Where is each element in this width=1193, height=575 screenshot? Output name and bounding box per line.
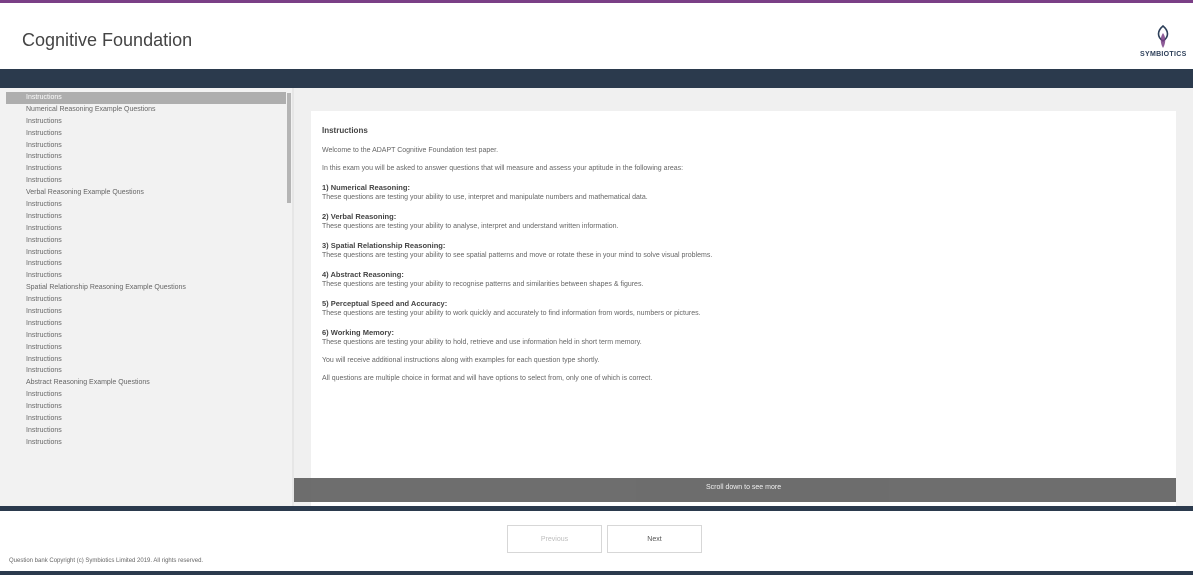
sidebar-item[interactable]: Instructions: [6, 342, 286, 354]
sidebar-item[interactable]: Instructions: [6, 163, 286, 175]
sidebar-section[interactable]: Verbal Reasoning Example Questions: [6, 187, 286, 199]
sidebar-item[interactable]: Instructions: [6, 294, 286, 306]
sidebar-item[interactable]: Instructions: [6, 354, 286, 366]
section-title: 4) Abstract Reasoning:: [322, 270, 404, 279]
sidebar-item[interactable]: Instructions: [6, 330, 286, 342]
sidebar-item[interactable]: Instructions: [6, 437, 286, 449]
sidebar-item[interactable]: Instructions: [6, 318, 286, 330]
instructions-content: Instructions Welcome to the ADAPT Cognit…: [322, 126, 1162, 393]
previous-button[interactable]: Previous: [507, 525, 602, 553]
sidebar-section[interactable]: Abstract Reasoning Example Questions: [6, 377, 286, 389]
brand-logo: SYMBIOTICS: [1140, 25, 1186, 65]
sidebar-item[interactable]: Instructions: [6, 140, 286, 152]
sidebar-scrollbar[interactable]: [287, 93, 291, 203]
sidebar-item[interactable]: Instructions: [6, 413, 286, 425]
section-title: 5) Perceptual Speed and Accuracy:: [322, 299, 448, 308]
sidebar-section[interactable]: Numerical Reasoning Example Questions: [6, 104, 286, 116]
sidebar-item[interactable]: Instructions: [6, 223, 286, 235]
sidebar-item[interactable]: Instructions: [6, 211, 286, 223]
logo-text: SYMBIOTICS: [1140, 51, 1187, 58]
sidebar-item-selected[interactable]: Instructions: [6, 92, 286, 104]
scroll-hint-text: Scroll down to see more: [706, 484, 782, 491]
sidebar-item[interactable]: Instructions: [6, 258, 286, 270]
section-description: These questions are testing your ability…: [322, 281, 644, 288]
scroll-hint-banner: Scroll down to see more: [294, 478, 1176, 502]
app-header: Cognitive Foundation SYMBIOTICS: [0, 3, 1193, 69]
sidebar-item[interactable]: Instructions: [6, 365, 286, 377]
intro-text: Welcome to the ADAPT Cognitive Foundatio…: [322, 147, 499, 154]
sidebar-item[interactable]: Instructions: [6, 128, 286, 140]
section-title: 2) Verbal Reasoning:: [322, 212, 397, 221]
header-bar: [0, 69, 1193, 88]
additional-text: You will receive additional instructions…: [322, 357, 600, 364]
section-title: 6) Working Memory:: [322, 328, 394, 337]
sidebar: Instructions Numerical Reasoning Example …: [0, 88, 292, 506]
sidebar-item[interactable]: Instructions: [6, 247, 286, 259]
sidebar-section[interactable]: Spatial Relationship Reasoning Example Q…: [6, 282, 286, 294]
sidebar-item[interactable]: Instructions: [6, 151, 286, 163]
page-title: Instructions: [322, 126, 368, 135]
sidebar-item[interactable]: Instructions: [6, 389, 286, 401]
sidebar-list: Instructions Numerical Reasoning Example …: [6, 92, 286, 449]
section-description: These questions are testing your ability…: [322, 252, 713, 259]
section-description: These questions are testing your ability…: [322, 339, 642, 346]
footer: Previous Next Question bank Copyright (c…: [0, 511, 1193, 571]
sidebar-item[interactable]: Instructions: [6, 425, 286, 437]
section-description: These questions are testing your ability…: [322, 223, 619, 230]
section-description: These questions are testing your ability…: [322, 194, 648, 201]
symbiotics-logo-icon: [1157, 25, 1169, 48]
sidebar-item[interactable]: Instructions: [6, 116, 286, 128]
sidebar-item[interactable]: Instructions: [6, 235, 286, 247]
note-text: All questions are multiple choice in for…: [322, 375, 653, 382]
sidebar-item[interactable]: Instructions: [6, 199, 286, 211]
app-title: Cognitive Foundation: [22, 30, 193, 50]
description-text: In this exam you will be asked to answer…: [322, 165, 684, 172]
sidebar-item[interactable]: Instructions: [6, 175, 286, 187]
section-title: 1) Numerical Reasoning:: [322, 183, 410, 192]
sidebar-item[interactable]: Instructions: [6, 306, 286, 318]
sidebar-item[interactable]: Instructions: [6, 270, 286, 282]
section-title: 3) Spatial Relationship Reasoning:: [322, 241, 446, 250]
bottom-bar: [0, 571, 1193, 575]
sidebar-item[interactable]: Instructions: [6, 401, 286, 413]
instructions-panel: Instructions Welcome to the ADAPT Cognit…: [311, 111, 1176, 506]
copyright-text: Question bank Copyright (c) Symbiotics L…: [9, 558, 204, 564]
section-description: These questions are testing your ability…: [322, 310, 701, 317]
next-button[interactable]: Next: [607, 525, 702, 553]
sections-list: 1) Numerical Reasoning: These questions a…: [322, 183, 1162, 346]
